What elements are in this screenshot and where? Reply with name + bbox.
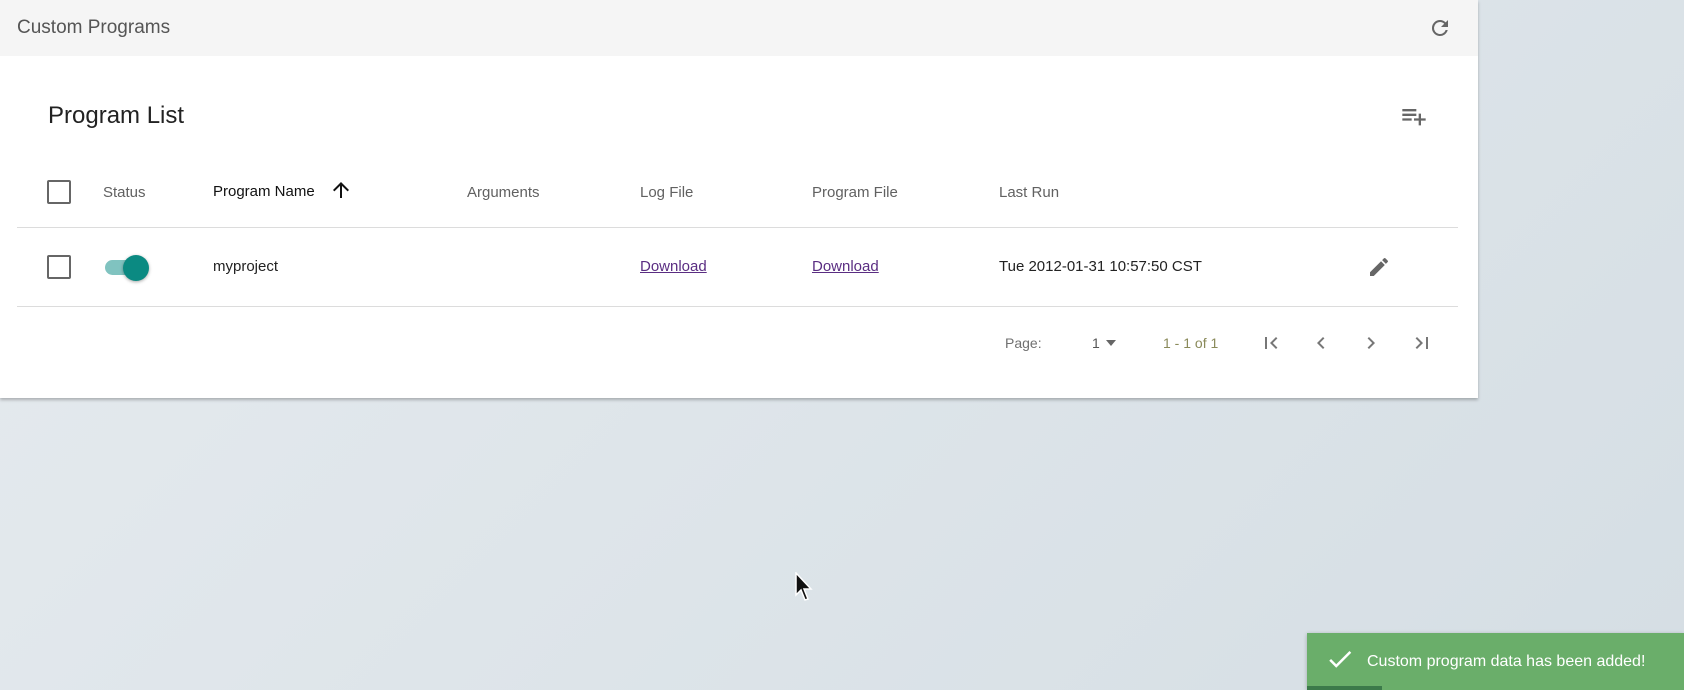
panel-title: Custom Programs: [17, 17, 171, 38]
pagination: Page: 1 1 - 1 of 1: [0, 325, 1478, 361]
refresh-icon[interactable]: [1420, 8, 1460, 48]
page-select-value: 1: [1092, 335, 1100, 351]
toast-progress-bar: [1307, 686, 1383, 690]
select-all-cell: [17, 158, 103, 228]
column-header-actions: [1359, 158, 1458, 228]
program-name-cell: myproject: [213, 227, 467, 307]
select-all-checkbox[interactable]: [47, 180, 71, 205]
table-row: myproject Download Download Tue 2012-01-…: [17, 227, 1458, 307]
edit-icon[interactable]: [1359, 247, 1399, 287]
toast-message: Custom program data has been added!: [1367, 652, 1646, 670]
mouse-pointer-icon: [795, 571, 815, 607]
next-page-icon[interactable]: [1353, 325, 1389, 361]
custom-programs-panel: Custom Programs Program List Status Prog…: [0, 0, 1478, 398]
dropdown-arrow-icon: [1105, 340, 1116, 346]
table-header-row: Status Program Name Arguments Log File P…: [17, 158, 1458, 228]
last-page-icon[interactable]: [1404, 325, 1440, 361]
arguments-cell: [467, 227, 640, 307]
column-header-program-file[interactable]: Program File: [812, 158, 999, 228]
card-title: Program List: [48, 102, 185, 129]
previous-page-icon[interactable]: [1303, 325, 1339, 361]
row-checkbox[interactable]: [47, 254, 71, 279]
log-file-download-link[interactable]: Download: [640, 258, 707, 275]
log-file-cell: Download: [640, 227, 812, 307]
status-cell: [103, 227, 213, 307]
column-header-log-file[interactable]: Log File: [640, 158, 812, 228]
column-header-program-name-label: Program Name: [213, 183, 315, 201]
playlist-add-icon[interactable]: [1394, 96, 1434, 136]
sort-ascending-arrow-icon: [329, 178, 353, 206]
status-toggle[interactable]: [103, 254, 149, 281]
panel-header: Custom Programs: [0, 0, 1478, 56]
card-title-row: Program List: [48, 96, 1434, 136]
page-label: Page:: [1005, 335, 1042, 351]
column-header-last-run[interactable]: Last Run: [999, 158, 1359, 228]
last-run-cell: Tue 2012-01-31 10:57:50 CST: [999, 227, 1359, 307]
actions-cell: [1359, 227, 1458, 307]
column-header-arguments[interactable]: Arguments: [467, 158, 640, 228]
program-file-download-link[interactable]: Download: [812, 258, 879, 275]
checkmark-icon: [1325, 644, 1355, 679]
row-select-cell: [17, 227, 103, 307]
page-select[interactable]: 1: [1092, 325, 1126, 361]
column-header-program-name[interactable]: Program Name: [213, 158, 467, 228]
first-page-icon[interactable]: [1253, 325, 1289, 361]
toggle-thumb: [123, 254, 149, 281]
program-table: Status Program Name Arguments Log File P…: [17, 158, 1458, 307]
success-toast[interactable]: Custom program data has been added!: [1307, 633, 1684, 690]
column-header-status[interactable]: Status: [103, 158, 213, 228]
page-range: 1 - 1 of 1: [1163, 335, 1219, 351]
program-file-cell: Download: [812, 227, 999, 307]
